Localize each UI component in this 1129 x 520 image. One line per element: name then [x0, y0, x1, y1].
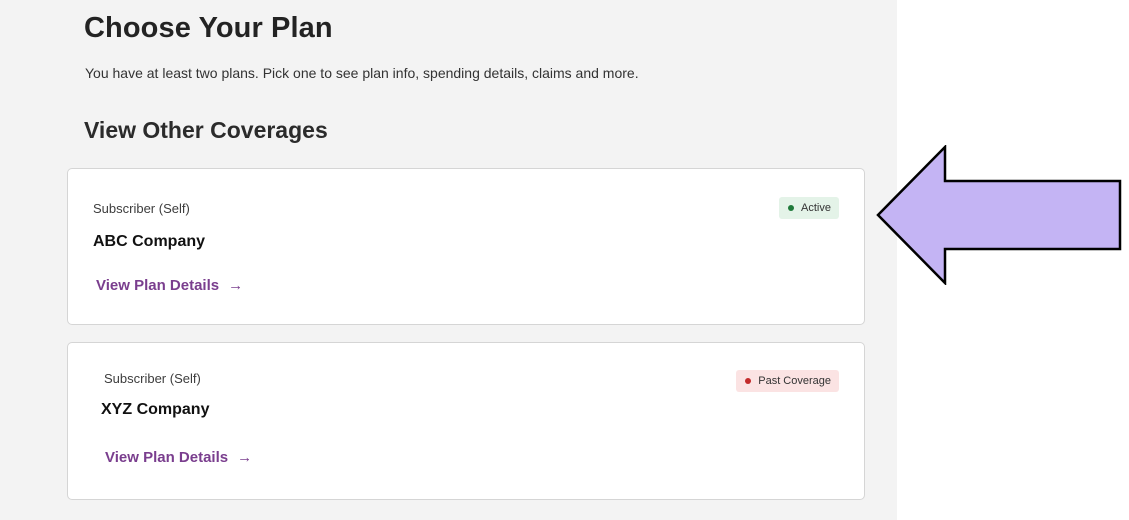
plan-card-xyz[interactable]: Subscriber (Self) XYZ Company View Plan … [67, 342, 865, 500]
view-plan-details-label: View Plan Details [105, 449, 229, 466]
view-plan-details-link[interactable]: View Plan Details → [105, 449, 252, 466]
view-plan-details-label: View Plan Details [96, 277, 220, 294]
content-panel: Choose Your Plan You have at least two p… [0, 0, 897, 520]
view-plan-details-link[interactable]: View Plan Details → [96, 277, 243, 294]
plan-company: XYZ Company [101, 401, 210, 418]
section-title: View Other Coverages [84, 117, 328, 143]
status-badge: Past Coverage [736, 370, 839, 392]
page: Choose Your Plan You have at least two p… [0, 0, 1129, 520]
page-subtitle: You have at least two plans. Pick one to… [85, 65, 639, 81]
status-badge-label: Past Coverage [758, 375, 831, 387]
arrow-right-icon: → [228, 277, 244, 294]
plan-role: Subscriber (Self) [104, 371, 201, 386]
status-dot-icon [788, 205, 795, 211]
left-arrow-callout-icon [876, 145, 1122, 285]
plan-card-abc[interactable]: Subscriber (Self) ABC Company View Plan … [67, 168, 865, 325]
status-badge-label: Active [801, 202, 831, 214]
page-title: Choose Your Plan [84, 12, 333, 44]
status-badge: Active [779, 197, 839, 219]
plan-company: ABC Company [93, 233, 206, 250]
status-dot-icon [745, 378, 752, 384]
callout-arrow-shape [876, 145, 1122, 285]
plan-role: Subscriber (Self) [93, 201, 190, 216]
arrow-right-icon: → [237, 449, 253, 466]
